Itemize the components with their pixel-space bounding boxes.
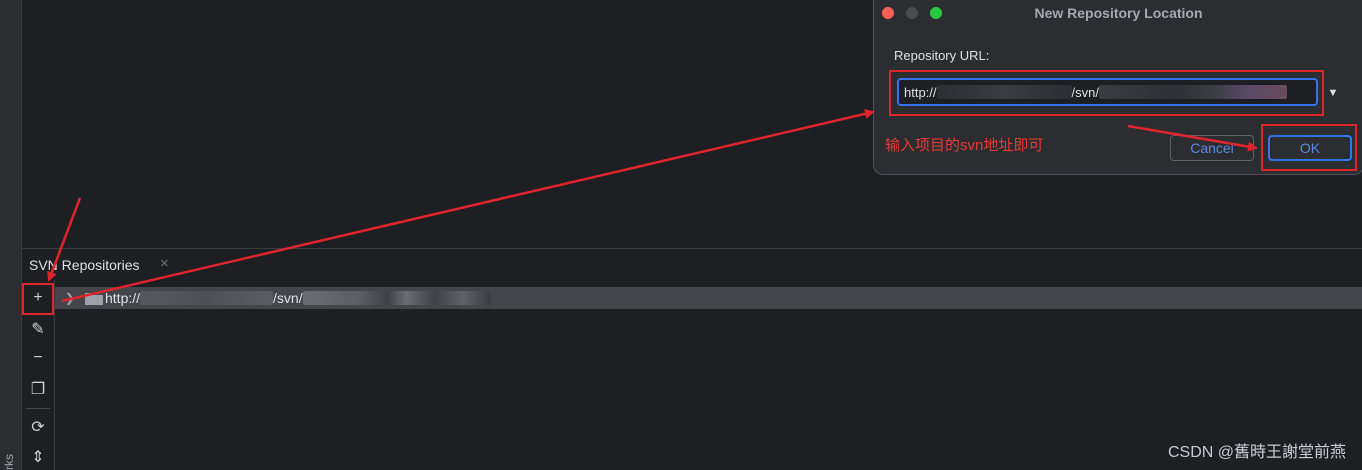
edit-icon: ✎ xyxy=(31,321,45,338)
tool-window-header: SVN Repositories × xyxy=(22,249,1362,279)
annotation-box-add-button xyxy=(22,283,54,315)
copy-repository-button[interactable]: ❐ xyxy=(26,377,50,401)
toolbar-separator xyxy=(26,408,50,409)
watermark: CSDN @舊時王謝堂前燕 xyxy=(1167,444,1346,461)
copy-icon: ❐ xyxy=(30,381,46,398)
annotation-text: 输入项目的svn地址即可 xyxy=(885,137,1044,154)
dialog-title: New Repository Location xyxy=(1034,5,1203,21)
cancel-button[interactable]: Cancel xyxy=(1170,135,1254,161)
refresh-button[interactable]: ⟳ xyxy=(26,415,50,439)
refresh-icon: ⟳ xyxy=(31,419,45,436)
stripe-label[interactable]: rks xyxy=(2,454,16,470)
chevron-down-icon[interactable]: ▼ xyxy=(1321,80,1345,106)
folder-icon xyxy=(85,292,103,305)
chevron-right-icon[interactable]: ❯ xyxy=(65,291,77,305)
collapse-all-button[interactable]: ⇕ xyxy=(26,445,50,469)
tree-row-repository[interactable]: ❯ http:// /svn/ xyxy=(55,287,1362,309)
repository-tree: ❯ http:// /svn/ xyxy=(55,280,1362,470)
edit-repository-button[interactable]: ✎ xyxy=(26,317,50,341)
remove-icon: − xyxy=(33,349,43,366)
redacted-path xyxy=(302,291,491,305)
tool-window-title[interactable]: SVN Repositories xyxy=(29,257,140,273)
redacted-host xyxy=(140,291,274,305)
annotation-box-ok-button xyxy=(1261,124,1357,171)
collapse-icon: ⇕ xyxy=(31,449,45,466)
repository-url-field-label: Repository URL: xyxy=(894,48,990,63)
repository-url-label: http:// /svn/ xyxy=(105,290,491,306)
remove-repository-button[interactable]: − xyxy=(26,346,50,370)
annotation-box-url-input xyxy=(889,70,1324,116)
left-tool-stripe: rks xyxy=(0,0,22,470)
close-icon[interactable]: × xyxy=(160,255,169,272)
